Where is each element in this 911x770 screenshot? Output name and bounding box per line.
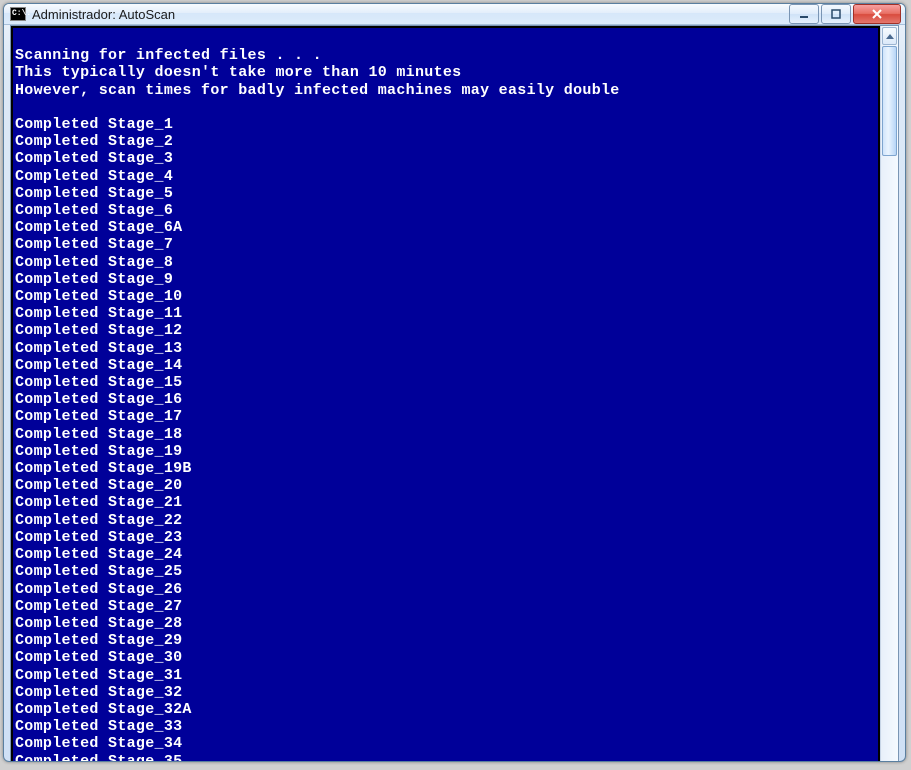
minimize-button[interactable]: [789, 4, 819, 24]
cmd-icon: C:\.: [10, 7, 26, 21]
client-area: Scanning for infected files . . . This t…: [10, 25, 899, 762]
scroll-up-button[interactable]: [882, 27, 897, 45]
close-icon: [871, 9, 883, 19]
vertical-scrollbar[interactable]: [880, 26, 898, 762]
window-title: Administrador: AutoScan: [32, 7, 789, 22]
cmd-window: C:\. Administrador: AutoScan Scanning fo…: [3, 3, 906, 762]
scroll-thumb[interactable]: [882, 46, 897, 156]
maximize-button[interactable]: [821, 4, 851, 24]
chevron-up-icon: [886, 34, 894, 39]
titlebar[interactable]: C:\. Administrador: AutoScan: [4, 4, 905, 25]
scroll-track[interactable]: [882, 46, 897, 762]
window-controls: [789, 4, 901, 24]
close-button[interactable]: [853, 4, 901, 24]
console-output[interactable]: Scanning for infected files . . . This t…: [11, 26, 880, 762]
minimize-icon: [799, 9, 809, 19]
maximize-icon: [831, 9, 841, 19]
